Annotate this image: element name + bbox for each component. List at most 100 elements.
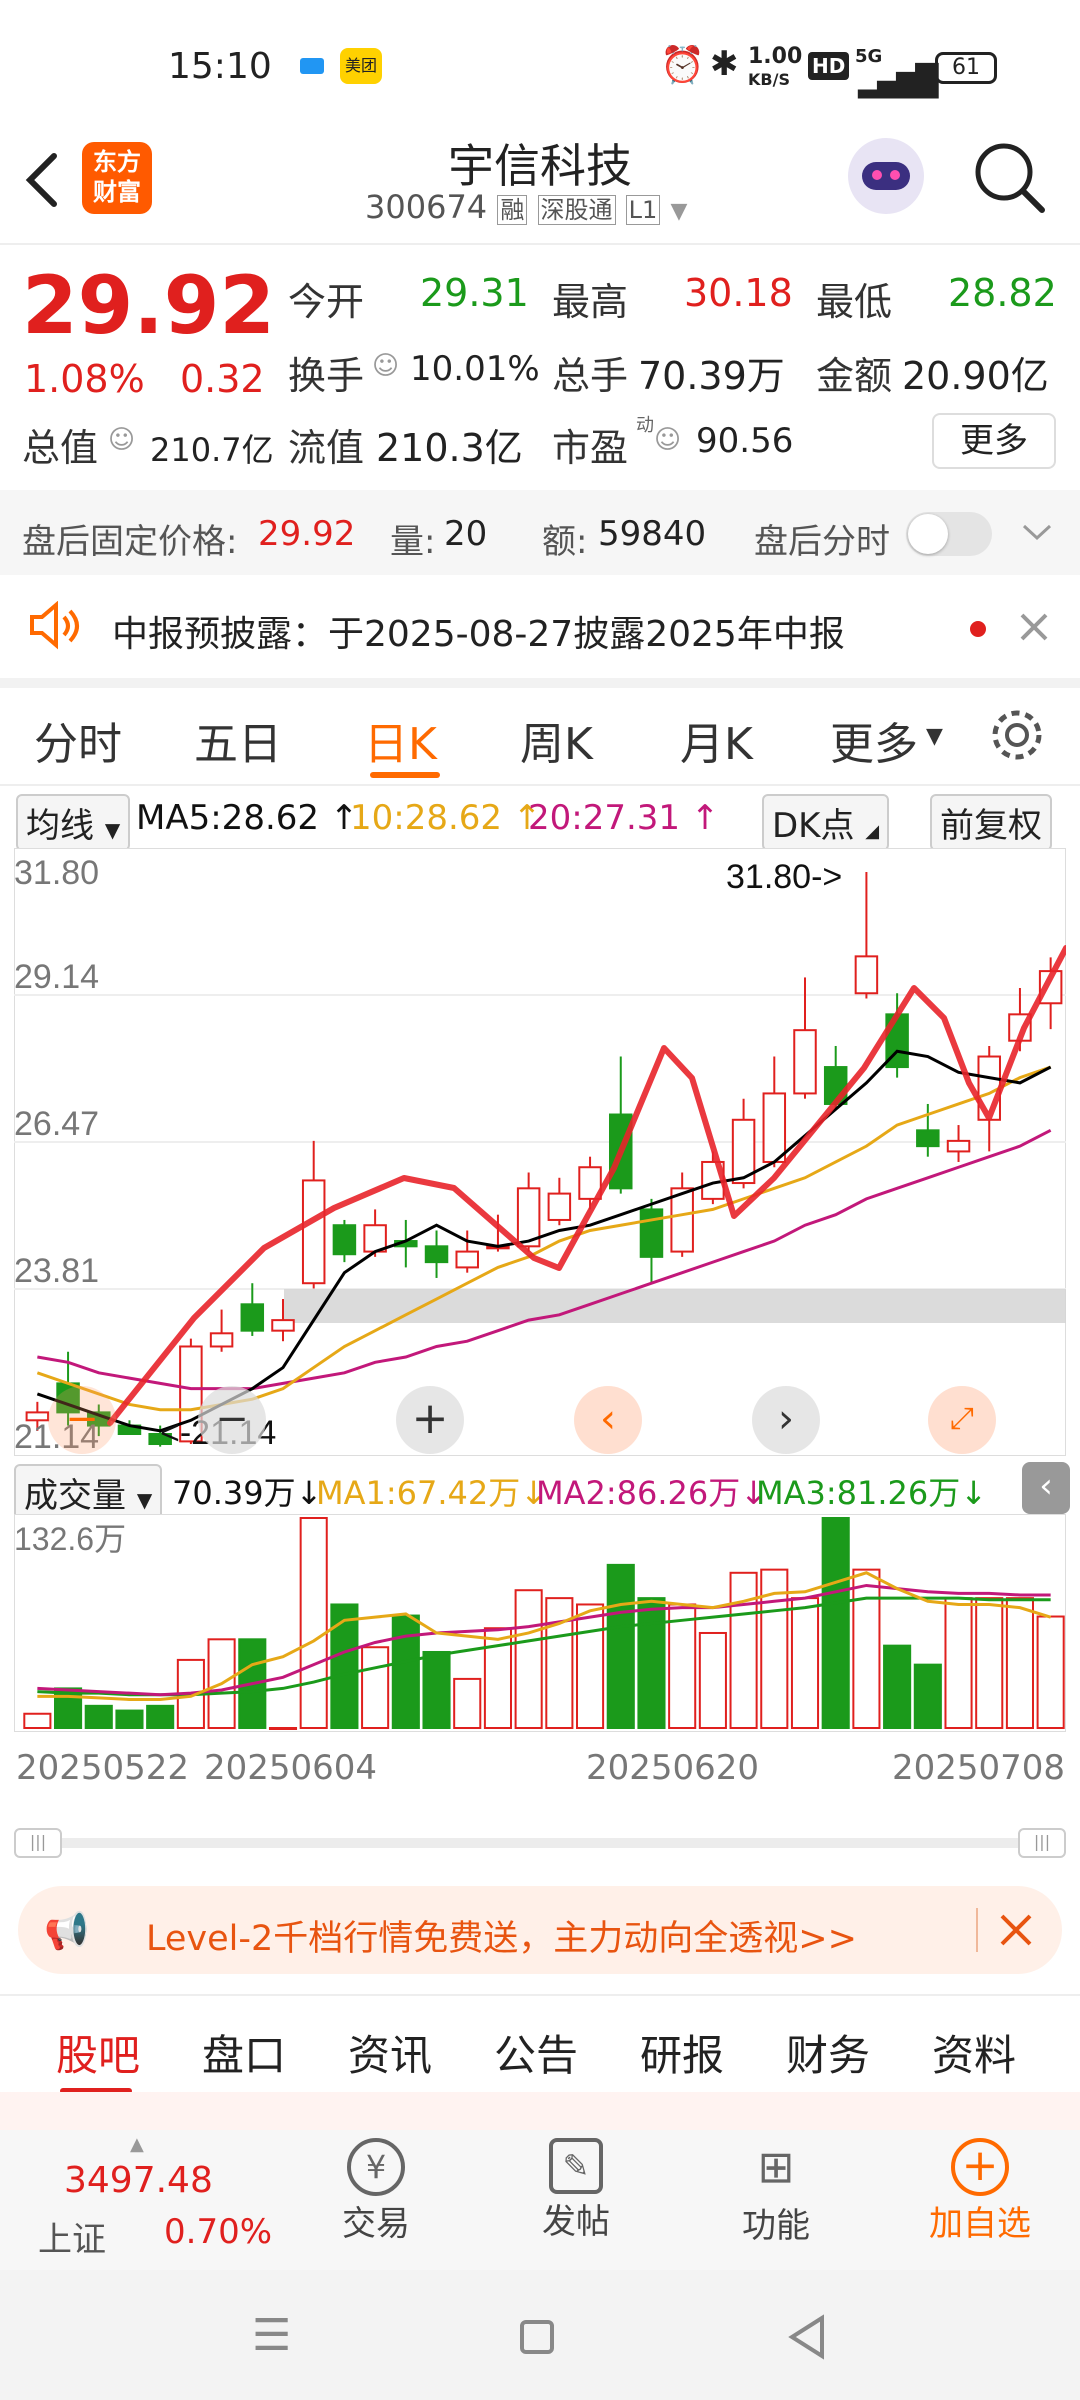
y-label-3: 26.47: [14, 1105, 99, 1143]
volume-chart[interactable]: 132.6万: [14, 1514, 1066, 1732]
robot-assistant-icon[interactable]: [848, 138, 924, 214]
back-nav-icon[interactable]: [786, 2314, 826, 2360]
index-value[interactable]: 3497.48: [64, 2160, 213, 2201]
float-value: 210.3亿: [376, 426, 523, 470]
scroll-left-button[interactable]: ‹: [574, 1386, 642, 1454]
tab-profile[interactable]: 资料: [932, 2022, 1016, 2083]
afterhours-vol: 20: [444, 514, 488, 554]
vol-ma3-legend: MA3:81.26万↓: [756, 1474, 988, 1512]
fullscreen-icon[interactable]: ⤢: [928, 1386, 996, 1454]
tab-daily-k[interactable]: 日K: [364, 708, 437, 772]
tab-guba[interactable]: 股吧: [56, 2022, 140, 2083]
tab-five-day[interactable]: 五日: [194, 708, 282, 772]
volume-bar: [23, 1712, 52, 1730]
indicator-selector[interactable]: 均线 ▼: [16, 794, 131, 851]
date-label-3: 20250620: [586, 1748, 760, 1788]
nav-post[interactable]: ✎ 发帖: [516, 2138, 636, 2266]
active-tab-indicator: [370, 772, 440, 778]
change-pct: 1.08%: [24, 357, 145, 401]
dk-point-button[interactable]: DK点 ◢: [762, 794, 890, 851]
afterhours-price: 29.92: [258, 514, 356, 554]
date-label-2: 20250604: [204, 1748, 378, 1788]
afterhours-toggle[interactable]: [906, 512, 992, 556]
range-handle-right[interactable]: |||: [1018, 1828, 1066, 1858]
indicator-selector-label: 均线: [26, 806, 94, 846]
level2-ad-banner[interactable]: 📢 Level-2千档行情免费送，主力动向全透视>>: [18, 1886, 1062, 1974]
info-icon[interactable]: ☺: [108, 425, 135, 455]
gear-icon[interactable]: [988, 706, 1046, 764]
nav-add-label: 加自选: [929, 2204, 1031, 2244]
volume-legend-value: 70.39万↓: [172, 1474, 323, 1512]
tab-financials[interactable]: 财务: [786, 2022, 870, 2083]
turnover-info-icon[interactable]: ☺: [372, 351, 399, 381]
volume-bar: [1005, 1597, 1034, 1730]
close-icon[interactable]: [1016, 609, 1052, 645]
period-tabs: 分时 五日 日K 周K 月K 更多 ▼: [0, 690, 1080, 782]
chevron-down-icon[interactable]: [1020, 520, 1054, 544]
ad-divider: [976, 1908, 978, 1952]
collapse-panel-button[interactable]: ‹: [1022, 1462, 1070, 1514]
adjust-button[interactable]: 前复权: [930, 794, 1052, 851]
tab-order-book[interactable]: 盘口: [202, 2022, 286, 2083]
menu-icon[interactable]: ☰: [252, 2310, 291, 2361]
grid-icon: ⊞: [757, 2142, 795, 2193]
afterhours-amt: 59840: [598, 514, 707, 554]
ad-close-icon[interactable]: [998, 1912, 1034, 1948]
tab-monthly-k[interactable]: 月K: [680, 708, 753, 772]
content-tabs: 股吧 盘口 资讯 公告 研报 财务 资料: [0, 1996, 1080, 2106]
tab-announcements[interactable]: 公告: [494, 2022, 578, 2083]
more-button[interactable]: 更多: [932, 413, 1056, 469]
tab-timeshare[interactable]: 分时: [34, 708, 122, 772]
volume-bar: [299, 1517, 328, 1729]
volume-bar: [883, 1644, 912, 1730]
afterhours-toggle-label: 盘后分时: [754, 522, 890, 562]
kline-chart[interactable]: 31.80 29.14 26.47 23.81 21.14 31.80-> <-…: [14, 848, 1066, 1456]
afterhours-bar: 盘后固定价格: 29.92 量: 20 额: 59840 盘后分时: [0, 490, 1080, 575]
unread-dot: [970, 621, 986, 637]
chart-range-scrollbar[interactable]: ||| |||: [14, 1828, 1066, 1858]
index-name[interactable]: 上证: [38, 2212, 106, 2261]
notice-banner[interactable]: 中报预披露：于2025-08-27披露2025年中报: [0, 575, 1080, 675]
search-icon[interactable]: [972, 140, 1048, 216]
shrink-button[interactable]: −: [48, 1386, 116, 1454]
candle-body: [547, 1192, 572, 1221]
index-change[interactable]: 0.70%: [164, 2212, 272, 2252]
scroll-right-button[interactable]: ›: [752, 1386, 820, 1454]
volume-legend: 成交量 ▼ 70.39万↓ MA1:67.42万↓ MA2:86.26万↓ MA…: [0, 1462, 1080, 1521]
candle-body: [670, 1187, 694, 1253]
low-label: 最低: [816, 280, 893, 324]
volume-bar: [821, 1517, 850, 1729]
nav-add-watchlist[interactable]: + 加自选: [900, 2138, 1060, 2266]
tab-more[interactable]: 更多: [830, 708, 918, 772]
range-handle-left[interactable]: |||: [14, 1828, 62, 1858]
max-price-marker: 31.80->: [726, 858, 842, 896]
net-speed-unit: KB/S: [748, 70, 790, 89]
yen-icon: ¥: [347, 2138, 405, 2196]
tab-research[interactable]: 研报: [640, 2022, 724, 2083]
afterhours-vol-label: 量:: [390, 522, 436, 562]
candle-body: [271, 1319, 295, 1332]
tab-weekly-k[interactable]: 周K: [520, 708, 593, 772]
float-label: 流值: [288, 426, 365, 470]
pe-info-icon[interactable]: ☺: [654, 425, 681, 455]
mktcap-label: 总值: [22, 426, 99, 470]
volume-indicator-selector[interactable]: 成交量 ▼: [14, 1464, 163, 1521]
ma5-value: MA5:28.62: [136, 798, 320, 838]
nav-trade[interactable]: ¥ 交易: [316, 2138, 436, 2266]
hd-icon: HD: [808, 52, 850, 80]
candle-body: [424, 1245, 449, 1264]
nav-trade-label: 交易: [342, 2204, 410, 2244]
volume-y-max: 132.6万: [14, 1521, 126, 1557]
pe-value: 90.56: [696, 421, 794, 461]
candle-body: [209, 1332, 234, 1348]
home-icon[interactable]: [520, 2320, 554, 2354]
volume-bar: [514, 1589, 543, 1729]
zoom-in-button[interactable]: +: [396, 1386, 464, 1454]
expand-caret-icon[interactable]: ▼: [670, 199, 687, 224]
volume-bar: [606, 1563, 635, 1730]
nav-functions[interactable]: ⊞ 功能: [716, 2138, 836, 2266]
candle-body: [946, 1139, 971, 1153]
tab-news[interactable]: 资讯: [348, 2022, 432, 2083]
zoom-out-button[interactable]: −: [198, 1386, 266, 1454]
ma20-legend: 20:27.31 ↑: [528, 798, 720, 838]
